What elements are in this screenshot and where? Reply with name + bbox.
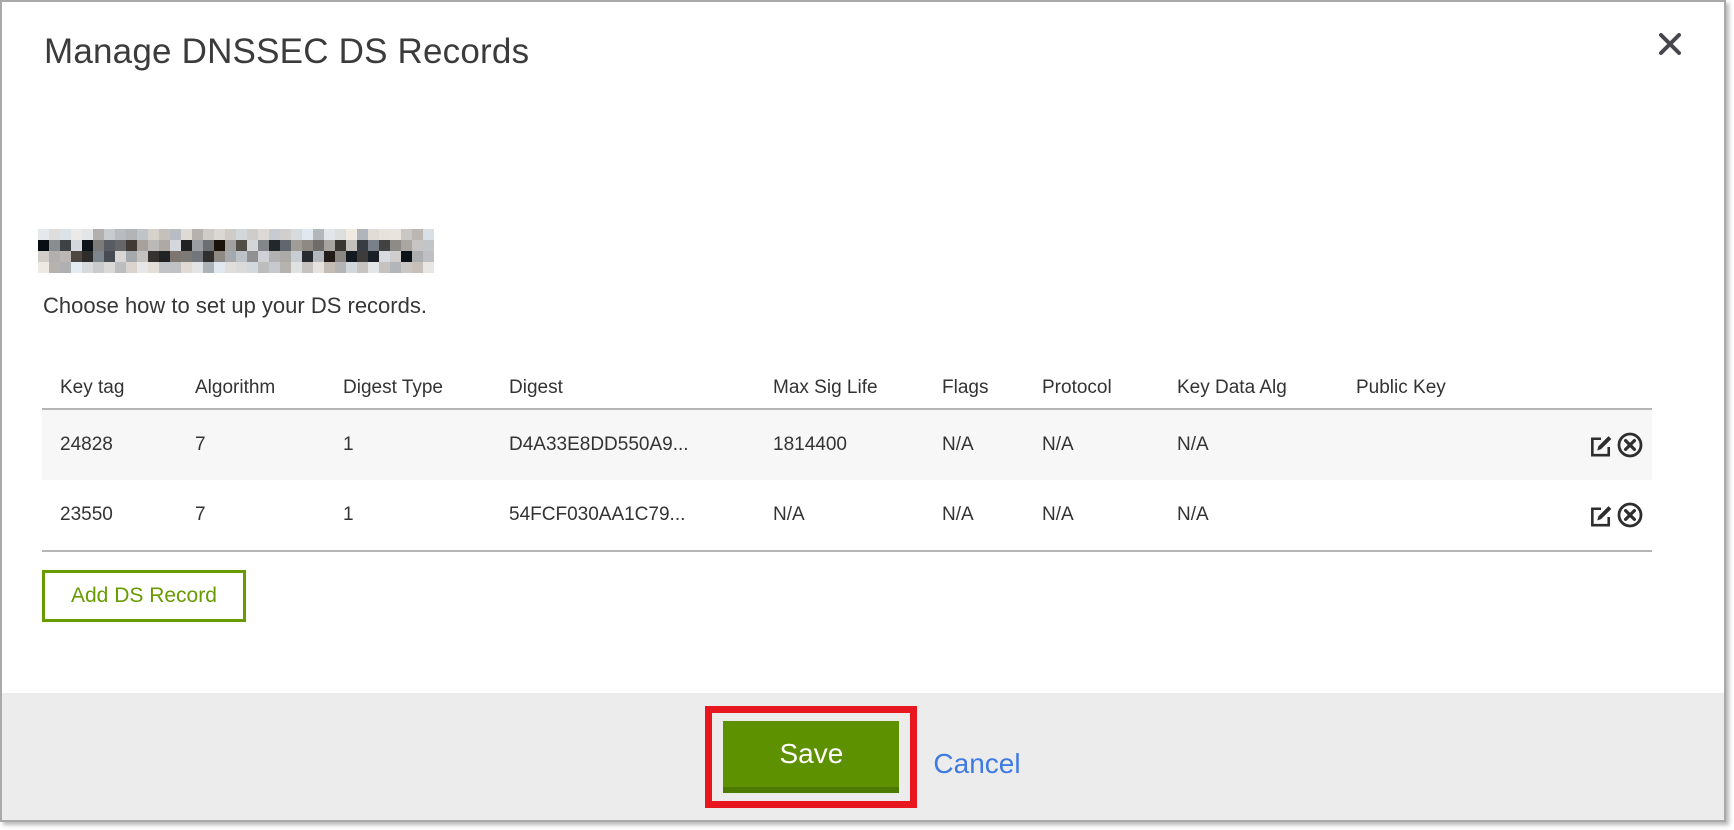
delete-record-button[interactable] (1616, 501, 1644, 529)
edit-record-button[interactable] (1588, 502, 1615, 529)
cell-algorithm: 7 (177, 409, 325, 480)
page-title: Manage DNSSEC DS Records (44, 32, 1654, 72)
column-header-algorithm: Algorithm (177, 319, 325, 409)
cancel-link[interactable]: Cancel (933, 748, 1020, 780)
setup-instructions: Choose how to set up your DS records. (43, 293, 1684, 319)
edit-record-button[interactable] (1588, 432, 1615, 459)
cell-key-tag: 23550 (42, 480, 177, 551)
column-header-flags: Flags (924, 319, 1024, 409)
cell-digest: 54FCF030AA1C79... (491, 480, 755, 551)
delete-record-button[interactable] (1616, 431, 1644, 459)
redacted-domain-blur (38, 229, 434, 273)
edit-icon (1588, 502, 1615, 529)
close-button[interactable] (1652, 26, 1688, 62)
column-header-key-tag: Key tag (42, 319, 177, 409)
circle-x-icon (1616, 501, 1644, 529)
cell-public-key (1338, 480, 1567, 551)
cell-public-key (1338, 409, 1567, 480)
cell-digest: D4A33E8DD550A9... (491, 409, 755, 480)
column-header-max-sig-life: Max Sig Life (755, 319, 924, 409)
table-row: 24828 7 1 D4A33E8DD550A9... 1814400 N/A … (42, 409, 1652, 480)
ds-records-table: Key tag Algorithm Digest Type Digest Max… (42, 319, 1684, 552)
row-actions (1567, 409, 1652, 480)
table-header-row: Key tag Algorithm Digest Type Digest Max… (42, 319, 1652, 409)
close-icon (1656, 30, 1684, 58)
column-header-digest-type: Digest Type (325, 319, 491, 409)
cell-key-tag: 24828 (42, 409, 177, 480)
cell-digest-type: 1 (325, 480, 491, 551)
column-header-key-data-alg: Key Data Alg (1159, 319, 1338, 409)
cell-flags: N/A (924, 480, 1024, 551)
manage-dnssec-modal: Manage DNSSEC DS Records Choose how to s… (0, 0, 1726, 822)
cell-algorithm: 7 (177, 480, 325, 551)
cell-key-data-alg: N/A (1159, 409, 1338, 480)
save-annotation-highlight: Save (705, 706, 917, 808)
footer-bar: Save Cancel (2, 693, 1724, 820)
cell-max-sig-life: 1814400 (755, 409, 924, 480)
cell-key-data-alg: N/A (1159, 480, 1338, 551)
cell-protocol: N/A (1024, 409, 1159, 480)
add-ds-record-button[interactable]: Add DS Record (42, 570, 246, 622)
cell-protocol: N/A (1024, 480, 1159, 551)
cell-flags: N/A (924, 409, 1024, 480)
edit-icon (1588, 432, 1615, 459)
column-header-actions (1567, 319, 1652, 409)
circle-x-icon (1616, 431, 1644, 459)
column-header-public-key: Public Key (1338, 319, 1567, 409)
table-row: 23550 7 1 54FCF030AA1C79... N/A N/A N/A … (42, 480, 1652, 551)
cell-digest-type: 1 (325, 409, 491, 480)
row-actions (1567, 480, 1652, 551)
cell-max-sig-life: N/A (755, 480, 924, 551)
column-header-digest: Digest (491, 319, 755, 409)
column-header-protocol: Protocol (1024, 319, 1159, 409)
save-button[interactable]: Save (723, 721, 899, 793)
